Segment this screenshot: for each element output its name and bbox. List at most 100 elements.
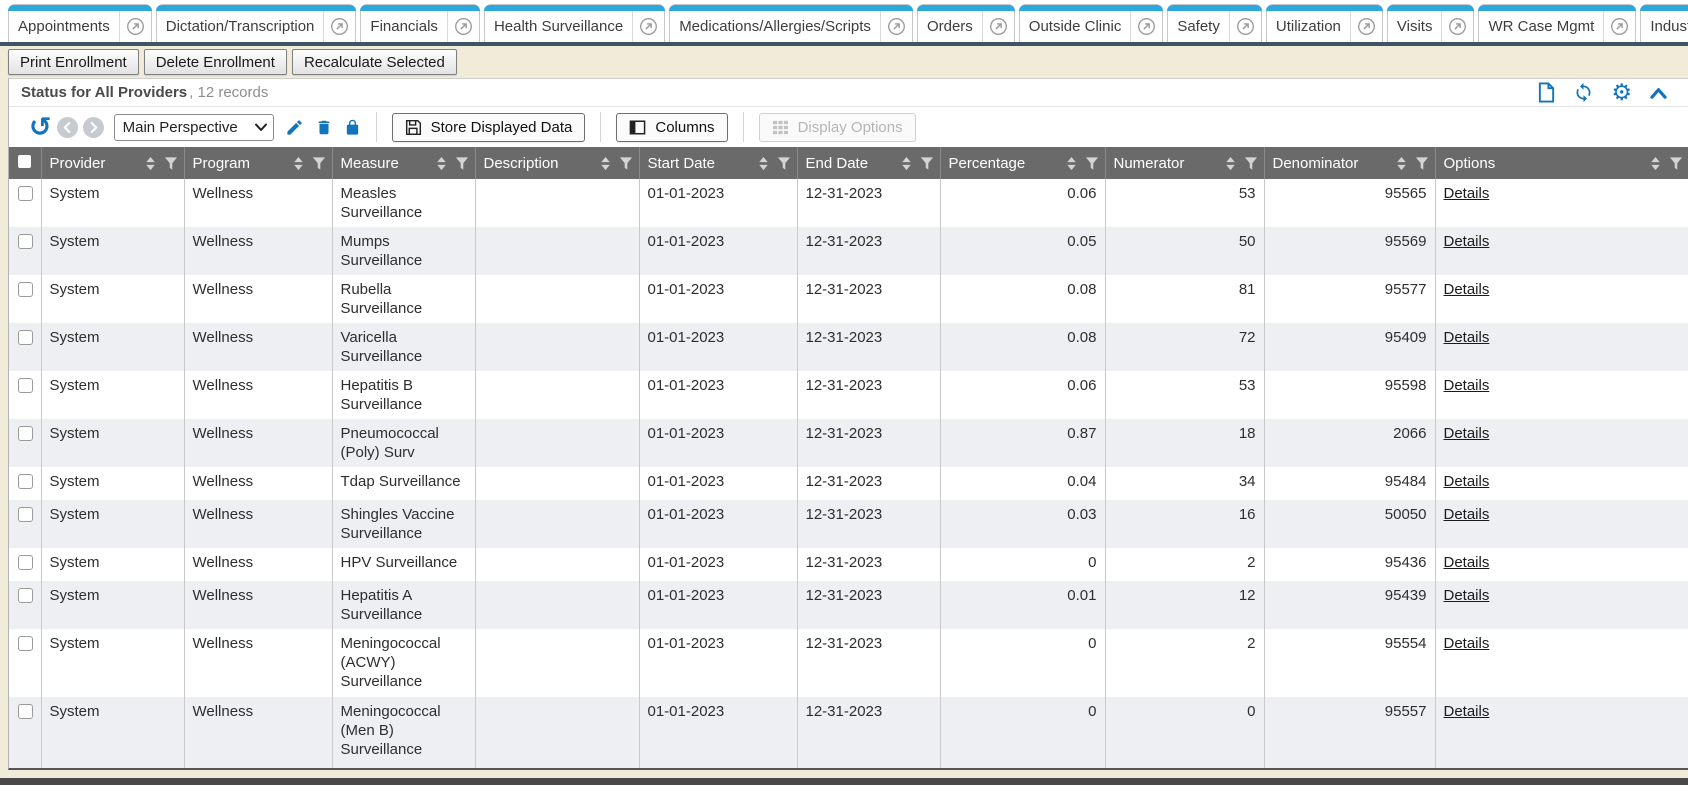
filter-icon[interactable] [1085,156,1099,171]
column-header-label: Start Date [648,155,750,172]
row-checkbox[interactable] [18,234,33,249]
tab-label: Health Surveillance [485,18,632,35]
module-tab[interactable]: Outside Clinic [1019,4,1164,42]
sort-icon[interactable] [1395,156,1408,171]
filter-icon[interactable] [777,156,791,171]
popout-icon[interactable] [881,17,912,36]
details-link[interactable]: Details [1444,703,1490,720]
details-link[interactable]: Details [1444,377,1490,394]
popout-icon[interactable] [1604,17,1635,36]
select-all-checkbox[interactable] [18,155,31,168]
module-tab[interactable]: Safety [1167,4,1262,42]
columns-button[interactable]: Columns [616,113,727,142]
sort-icon[interactable] [292,156,305,171]
sort-icon[interactable] [1649,156,1662,171]
row-checkbox[interactable] [18,588,33,603]
column-header-label: Options [1444,155,1643,172]
cell-denominator: 95409 [1264,323,1435,371]
details-link[interactable]: Details [1444,506,1490,523]
column-header-options: Options [1435,147,1688,179]
filter-icon[interactable] [619,156,633,171]
table-row: System Wellness Pneumococcal (Poly) Surv… [9,419,1688,467]
row-checkbox[interactable] [18,704,33,719]
sort-icon[interactable] [1065,156,1078,171]
popout-icon[interactable] [1230,17,1261,36]
popout-icon[interactable] [983,17,1014,36]
details-link[interactable]: Details [1444,635,1490,652]
tab-label: Industrial [1641,18,1688,35]
details-link[interactable]: Details [1444,473,1490,490]
sort-icon[interactable] [144,156,157,171]
sort-icon[interactable] [599,156,612,171]
cell-provider: System [41,500,184,548]
enrollment-action-button[interactable]: Print Enrollment [8,49,139,75]
details-link[interactable]: Details [1444,425,1490,442]
sort-icon[interactable] [1224,156,1237,171]
module-tab[interactable]: Appointments [8,4,152,42]
row-checkbox[interactable] [18,426,33,441]
enrollment-button-bar: Print Enrollment Delete Enrollment Recal… [0,46,1688,78]
filter-icon[interactable] [920,156,934,171]
row-checkbox[interactable] [18,507,33,522]
refresh-icon[interactable] [1573,82,1594,103]
row-checkbox[interactable] [18,378,33,393]
store-displayed-data-button[interactable]: Store Displayed Data [392,113,586,142]
module-tab[interactable]: Utilization [1266,4,1383,42]
popout-icon[interactable] [324,17,355,36]
popout-icon[interactable] [1131,17,1162,36]
delete-trash-icon[interactable] [315,118,333,137]
new-document-icon[interactable] [1537,82,1556,103]
popout-icon[interactable] [633,17,664,36]
popout-icon[interactable] [1351,17,1382,36]
module-tab[interactable]: Orders [917,4,1015,42]
module-tab[interactable]: Visits [1387,4,1475,42]
filter-icon[interactable] [312,156,326,171]
filter-icon[interactable] [1244,156,1258,171]
sort-icon[interactable] [757,156,770,171]
enrollment-action-button[interactable]: Delete Enrollment [144,49,287,75]
row-checkbox[interactable] [18,555,33,570]
lock-icon[interactable] [344,118,361,137]
module-tab[interactable]: Medications/Allergies/Scripts [669,4,913,42]
enrollment-action-button[interactable]: Recalculate Selected [292,49,457,75]
forward-icon[interactable] [83,117,104,138]
cell-provider: System [41,581,184,629]
filter-icon[interactable] [164,156,178,171]
popout-icon[interactable] [120,17,151,36]
filter-icon[interactable] [1669,156,1683,171]
row-checkbox[interactable] [18,282,33,297]
details-link[interactable]: Details [1444,185,1490,202]
tab-label: Financials [361,18,447,35]
details-link[interactable]: Details [1444,281,1490,298]
cell-program: Wellness [184,697,332,770]
filter-icon[interactable] [455,156,469,171]
edit-pencil-icon[interactable] [285,118,304,137]
undo-icon[interactable]: ↺ [29,114,52,141]
collapse-icon[interactable] [1649,86,1668,100]
cell-start-date: 01-01-2023 [639,275,797,323]
row-checkbox[interactable] [18,474,33,489]
details-link[interactable]: Details [1444,587,1490,604]
row-checkbox[interactable] [18,186,33,201]
sort-icon[interactable] [900,156,913,171]
cell-numerator: 81 [1105,275,1264,323]
sort-icon[interactable] [435,156,448,171]
details-link[interactable]: Details [1444,554,1490,571]
perspective-select[interactable]: Main Perspective [114,114,274,141]
module-tab[interactable]: Dictation/Transcription [156,4,357,42]
details-link[interactable]: Details [1444,233,1490,250]
module-tab[interactable]: Health Surveillance [484,4,665,42]
row-checkbox[interactable] [18,636,33,651]
popout-icon[interactable] [448,17,479,36]
module-tab[interactable]: WR Case Mgmt [1478,4,1636,42]
row-checkbox[interactable] [18,330,33,345]
module-tab[interactable]: Industrial [1640,4,1688,42]
module-tab[interactable]: Financials [360,4,480,42]
popout-icon[interactable] [1442,17,1473,36]
gear-icon[interactable]: ⚙ [1611,83,1632,103]
status-bar: Status for All Providers , 12 records ⚙ [9,79,1688,107]
cell-end-date: 12-31-2023 [797,629,940,697]
back-icon[interactable] [57,117,78,138]
details-link[interactable]: Details [1444,329,1490,346]
filter-icon[interactable] [1415,156,1429,171]
